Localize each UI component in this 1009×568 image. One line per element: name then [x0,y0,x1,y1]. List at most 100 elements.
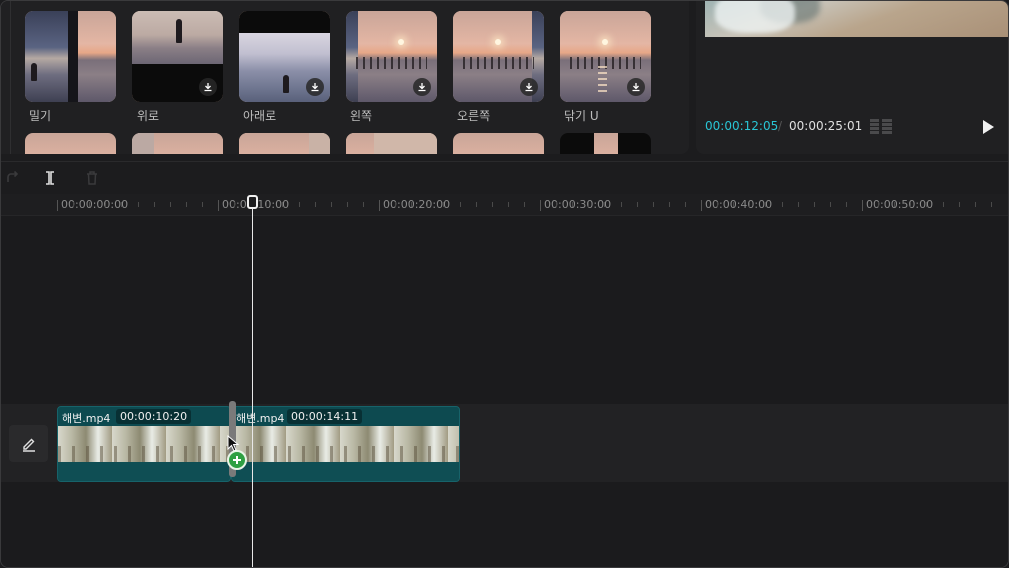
transition-tile-up[interactable] [132,11,223,102]
reflection [598,66,608,96]
playhead-handle[interactable] [247,195,258,209]
transition-tile-row2-6[interactable] [560,133,651,154]
download-icon [632,83,640,92]
download-icon [418,83,426,92]
ruler-minor-tick [685,202,686,207]
ruler-minor-tick [266,202,267,207]
play-icon[interactable] [982,120,995,134]
transition-tile-push[interactable] [25,11,116,102]
delete-icon[interactable] [84,170,100,186]
transitions-panel: 밀기 위로 아래로 왼쪽 오른쪽 닦기 U [1,1,689,154]
track-edit-button[interactable] [9,425,48,462]
ruler-minor-tick [894,202,895,207]
video-clip-2[interactable]: 해변.mp4 00:00:14:11 [231,406,460,482]
transition-tile-row2-1[interactable] [25,133,116,154]
transition-label-left: 왼쪽 [350,109,373,123]
sun [495,39,501,45]
thumb-image-left [239,133,309,154]
timeline-toolbar [1,161,1008,194]
ruler-minor-tick [170,202,171,207]
clip-name: 해변.mp4 [236,412,285,425]
thumb-black [239,11,330,33]
thumb-image-right [154,133,223,154]
ruler-minor-tick [749,202,750,207]
ruler-major-tick [218,200,219,211]
thumb-image-right [309,133,330,154]
mouse-cursor-icon [227,435,239,452]
download-icon [525,83,533,92]
silhouette [31,63,37,81]
ruler-minor-tick [943,202,944,207]
clip-duration: 00:00:14:11 [287,409,363,424]
timecode-separator: / [778,119,783,133]
ruler-minor-tick [830,202,831,207]
timeline[interactable]: 00:00:00:00 00:00:10:00 00:00:20:00 00:0… [1,194,1008,567]
thumb-gap [68,11,78,102]
clip-audio-strip [58,462,230,481]
ruler-major-tick [862,200,863,211]
transition-tile-row2-2[interactable] [132,133,223,154]
ruler-minor-tick [202,202,203,207]
ruler-major-tick [379,200,380,211]
transition-label-right: 오른쪽 [457,109,491,123]
ruler-minor-tick [910,202,911,207]
clip-thumbnails [232,426,459,464]
download-icon [311,83,319,92]
transition-label-down: 아래로 [243,109,277,123]
ruler-minor-tick [765,202,766,207]
ruler-minor-tick [315,202,316,207]
ruler-minor-tick [524,202,525,207]
transition-tile-row2-5[interactable] [453,133,544,154]
redo-icon[interactable] [5,170,21,186]
ruler-minor-tick [814,202,815,207]
silhouette [176,19,182,43]
panel-divider [10,1,11,154]
transition-tile-row2-3[interactable] [239,133,330,154]
ruler-minor-tick [476,202,477,207]
thumb-image-left [132,133,154,154]
sun [398,39,404,45]
transition-label-wipe-u: 닦기 U [564,109,599,123]
transition-tile-row2-4[interactable] [346,133,437,154]
ruler-minor-tick [798,202,799,207]
ruler-minor-tick [637,202,638,207]
download-button[interactable] [413,78,431,96]
download-button[interactable] [520,78,538,96]
ruler-label: 00:00:20:00 [383,198,451,211]
timeline-ruler[interactable]: 00:00:00:00 00:00:10:00 00:00:20:00 00:0… [1,194,1008,216]
clip-audio-strip [232,462,459,481]
ruler-label: 00:00:30:00 [544,198,612,211]
preview-video[interactable] [705,1,1008,37]
ruler-minor-tick [604,202,605,207]
ruler-minor-tick [299,202,300,207]
transition-tile-down[interactable] [239,11,330,102]
download-button[interactable] [306,78,324,96]
transition-tile-left[interactable] [346,11,437,102]
download-button[interactable] [627,78,645,96]
video-clip-1[interactable]: 해변.mp4 00:00:10:20 [57,406,231,482]
ruler-minor-tick [846,202,847,207]
ruler-major-tick [540,200,541,211]
clip-header: 해변.mp4 00:00:14:11 [232,407,459,426]
split-icon[interactable] [42,170,58,186]
ruler-minor-tick [669,202,670,207]
ruler-minor-tick [782,202,783,207]
ruler-minor-tick [363,202,364,207]
transition-tile-right[interactable] [453,11,544,102]
ruler-minor-tick [121,202,122,207]
download-button[interactable] [199,78,217,96]
ruler-major-tick [57,200,58,211]
wave-foam [715,1,795,33]
ruler-minor-tick [73,202,74,207]
grid-view-icon[interactable] [870,119,892,134]
add-transition-button[interactable] [227,450,247,470]
preview-panel: 00:00:12:05 / 00:00:25:01 [696,1,1008,154]
ruler-minor-tick [588,202,589,207]
transition-tile-wipe-u[interactable] [560,11,651,102]
ruler-minor-tick [508,202,509,207]
clip-header: 해변.mp4 00:00:10:20 [58,407,230,426]
ruler-minor-tick [186,202,187,207]
clip-duration: 00:00:10:20 [116,409,192,424]
total-timecode: 00:00:25:01 [789,119,863,133]
thumb-image-right [374,133,437,154]
